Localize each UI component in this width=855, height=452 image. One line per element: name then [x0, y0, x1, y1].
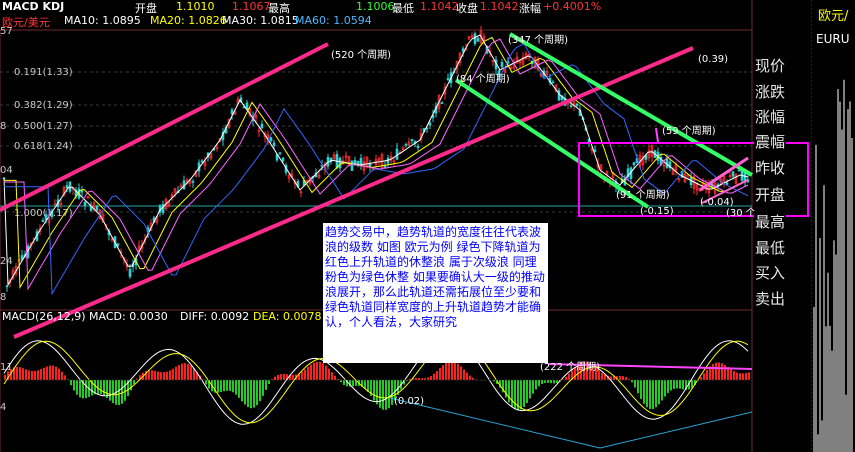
change-value: +0.4001%: [543, 0, 602, 13]
ma30-value: MA30: 1.0815: [222, 14, 299, 27]
ma-strip: 欧元/美元 MA10: 1.0895 MA20: 1.0826 MA30: 1.…: [0, 14, 760, 29]
close-value: 1.1042: [420, 0, 459, 13]
menu-amplitude[interactable]: 震幅: [754, 131, 787, 152]
menu-low[interactable]: 最低: [754, 237, 787, 258]
quote-topbar: MACD KDJ 开盘 1.1010 1.1067 最高 1.1006 最低 1…: [0, 0, 760, 15]
diff-value: DIFF: 0.0092: [180, 310, 250, 323]
fib-label-0618: 0.618(1.24): [14, 141, 73, 152]
low-value: 1.1006: [356, 0, 395, 13]
menu-open[interactable]: 开盘: [754, 184, 787, 205]
label-222: (222 个周期): [540, 361, 600, 373]
high-value: 1.1067: [232, 0, 271, 13]
label-002: (0.02): [394, 396, 424, 407]
macd-value: MACD(26,12,9) MACD: 0.0030: [2, 310, 168, 323]
label-m004: (-0.04): [700, 197, 734, 208]
far-right-panel: 欧元/ EURU: [812, 0, 855, 452]
annotation-note: 趋势交易中，趋势轨道的宽度往往代表波浪的级数 如图 欧元为例 绿色下降轨道为红色…: [323, 223, 548, 363]
label-520: (520 个周期): [331, 49, 391, 61]
mini-chart: [813, 79, 853, 452]
menu-sell[interactable]: 卖出: [754, 288, 787, 309]
menu-buy[interactable]: 买入: [754, 262, 787, 283]
axis-fragment: 24: [0, 256, 13, 267]
dea-value: DEA: 0.0078: [253, 310, 322, 323]
quote-side-menu: 现价 涨跌 涨幅 震幅 昨收 开盘 最高 最低 买入 卖出: [752, 0, 812, 452]
label-59: (59 个周期): [662, 125, 716, 137]
high-value-2: 1.1042: [480, 0, 519, 13]
open-value: 1.1010: [176, 0, 215, 13]
menu-change[interactable]: 涨跌: [754, 81, 787, 102]
menu-current-price[interactable]: 现价: [754, 55, 787, 76]
label-m015: (-0.15): [640, 206, 674, 217]
axis-fragment: 8: [0, 121, 6, 132]
symbol-name: 欧元/美元: [2, 16, 50, 29]
label-347: (347 个周期): [508, 34, 568, 46]
fib-label-1000: 1.000(1.17): [14, 208, 73, 219]
menu-change-pct[interactable]: 涨幅: [754, 106, 787, 127]
axis-fragment: 8: [0, 292, 6, 303]
fib-label-0382: 0.382(1.29): [14, 100, 73, 111]
ma10-value: MA10: 1.0895: [64, 14, 141, 27]
label-91: (91 个周期): [616, 189, 670, 201]
axis-fragment: 4: [0, 402, 6, 413]
menu-high[interactable]: 最高: [754, 211, 787, 232]
fib-label-0191: 0.191(1.33): [14, 67, 73, 78]
axis-fragment: 04: [0, 165, 13, 176]
indicator-title[interactable]: MACD KDJ: [2, 0, 64, 13]
label-039: (0.39): [698, 54, 728, 65]
ma60-value: MA60: 1.0594: [295, 14, 372, 27]
label-84: (84 个周期): [456, 73, 510, 85]
ma20-value: MA20: 1.0826: [150, 14, 227, 27]
menu-prev-close[interactable]: 昨收: [754, 157, 787, 178]
fib-label-0500: 0.500(1.27): [14, 121, 73, 132]
